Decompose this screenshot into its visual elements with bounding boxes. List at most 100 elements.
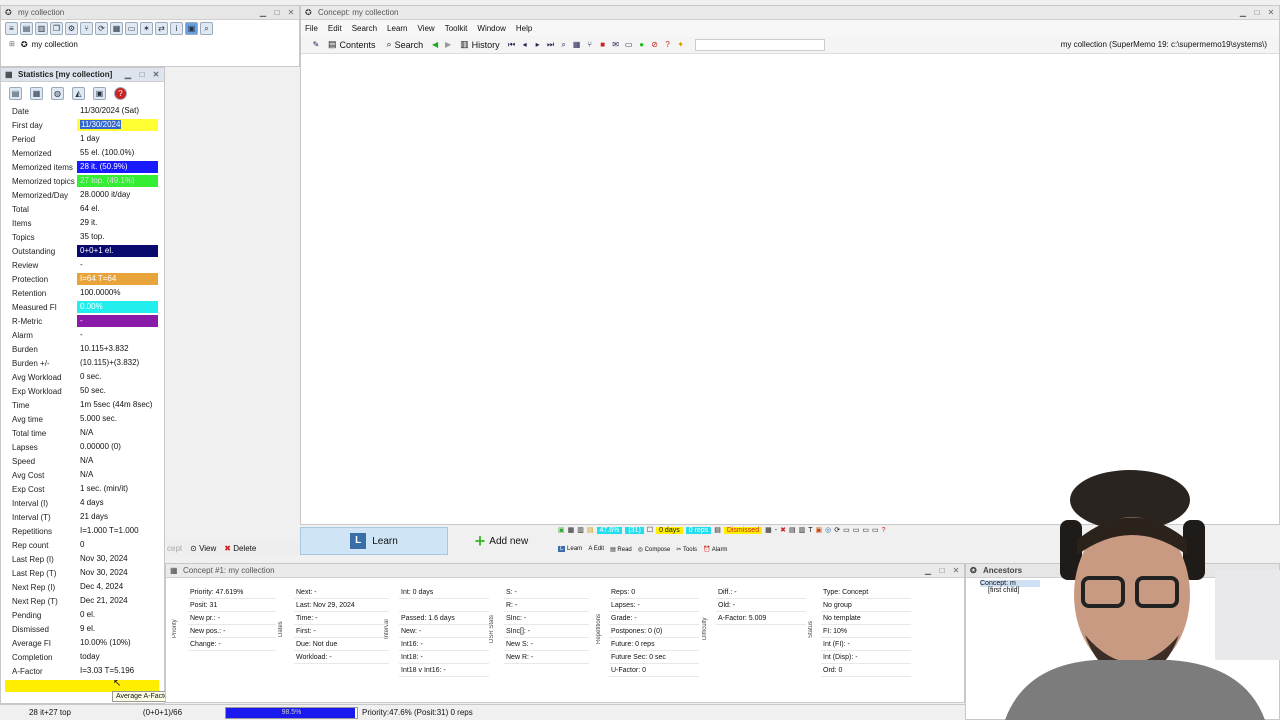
- concept-maximize-button[interactable]: □: [1251, 7, 1263, 18]
- window-icon[interactable]: ▭: [125, 22, 138, 35]
- stat-value[interactable]: 21 days: [77, 511, 158, 523]
- menu-item[interactable]: File: [305, 24, 318, 33]
- stat-value[interactable]: 0 el.: [77, 609, 158, 621]
- element-maximize-button[interactable]: □: [936, 565, 948, 576]
- stat-value[interactable]: Dec 21, 2024: [77, 595, 158, 607]
- priority-field[interactable]: Priority: 47.619%: [188, 586, 276, 599]
- stat-value[interactable]: 1 day: [77, 133, 158, 145]
- info-icon[interactable]: i: [170, 22, 183, 35]
- status-field[interactable]: Int (FI): -: [821, 638, 911, 651]
- back-icon[interactable]: ◀: [430, 40, 440, 50]
- dsr-field[interactable]: SInc: -: [504, 612, 589, 625]
- stat-value[interactable]: 4 days: [77, 497, 158, 509]
- dsr-field[interactable]: R: -: [504, 599, 589, 612]
- edit-icon[interactable]: ✎: [311, 40, 321, 50]
- stat-value[interactable]: today: [77, 651, 158, 663]
- menu-item[interactable]: Edit: [328, 24, 342, 33]
- stat-value[interactable]: N/A: [77, 427, 158, 439]
- stat-value[interactable]: I=1.000 T=1.000: [77, 525, 158, 537]
- dates-field[interactable]: Last: Nov 29, 2024: [294, 599, 389, 612]
- stat-value[interactable]: 50 sec.: [77, 385, 158, 397]
- search-icon[interactable]: ⌕: [200, 22, 213, 35]
- dates-field[interactable]: Time: -: [294, 612, 389, 625]
- concept-minimize-button[interactable]: ▁: [1237, 7, 1249, 18]
- stat-value[interactable]: 9 el.: [77, 623, 158, 635]
- difficulty-field[interactable]: Old: -: [716, 599, 806, 612]
- stat-value[interactable]: I=64 T=64: [77, 273, 158, 285]
- contents-button[interactable]: ▤ Contents: [324, 39, 380, 50]
- interval-field[interactable]: Int16: -: [399, 638, 489, 651]
- history-button[interactable]: ▥ History: [456, 39, 504, 50]
- mini-edit-button[interactable]: A Edit: [588, 546, 604, 552]
- stat-value[interactable]: N/A: [77, 469, 158, 481]
- status-field[interactable]: FI: 10%: [821, 625, 911, 638]
- stat-value[interactable]: 27 top. (49.1%): [77, 175, 158, 187]
- menu-item[interactable]: View: [418, 24, 435, 33]
- zoom-icon[interactable]: ⌕: [559, 40, 569, 50]
- mini-tools-button[interactable]: ✂ Tools: [676, 546, 697, 553]
- tool-o-icon[interactable]: ▭: [853, 526, 860, 534]
- export-icon[interactable]: ▣: [93, 86, 106, 100]
- tool-j-icon[interactable]: ▥: [799, 526, 806, 534]
- stat-value[interactable]: 11/30/2024: [77, 119, 158, 131]
- stat-value[interactable]: 0.00%: [77, 301, 158, 313]
- help-red-icon[interactable]: ?: [882, 527, 886, 534]
- stat-value[interactable]: -: [77, 259, 158, 271]
- tool-m-icon[interactable]: ⟳: [834, 526, 840, 534]
- tool-e-icon[interactable]: ☐: [647, 526, 653, 534]
- status-field[interactable]: Type: Concept: [821, 586, 911, 599]
- tool-p-icon[interactable]: ▭: [862, 526, 869, 534]
- repetitions-field[interactable]: Future Sec: 0 sec: [609, 651, 699, 664]
- difficulty-field[interactable]: Diff.: -: [716, 586, 806, 599]
- stat-value[interactable]: 5.000 sec.: [77, 413, 158, 425]
- list-icon[interactable]: ≡: [5, 22, 18, 35]
- pin-icon[interactable]: ✦: [676, 40, 686, 50]
- stat-value[interactable]: Dec 4, 2024: [77, 581, 158, 593]
- status-field[interactable]: No template: [821, 612, 911, 625]
- tree-root[interactable]: ⊞ ✪ my collection: [1, 37, 299, 51]
- interval-field[interactable]: Passed: 1.6 days: [399, 612, 489, 625]
- tool-c-icon[interactable]: ▥: [577, 526, 584, 534]
- tool-h-icon[interactable]: -: [775, 527, 777, 534]
- star-icon[interactable]: ✶: [140, 22, 153, 35]
- interval-field[interactable]: New: -: [399, 625, 489, 638]
- close-red-icon[interactable]: ✖: [780, 526, 786, 534]
- menu-item[interactable]: Search: [352, 24, 377, 33]
- tool-d-icon[interactable]: ▤: [587, 526, 594, 534]
- branch-icon[interactable]: ⑂: [80, 22, 93, 35]
- dates-field[interactable]: First: -: [294, 625, 389, 638]
- mini-read-button[interactable]: ▤ Read: [610, 546, 632, 553]
- interval-field[interactable]: Int18: -: [399, 651, 489, 664]
- repetitions-field[interactable]: U-Factor: 0: [609, 664, 699, 677]
- red-box-icon[interactable]: ■: [598, 40, 608, 50]
- next-icon[interactable]: ▸: [533, 40, 543, 50]
- refresh-icon[interactable]: ⟳: [95, 22, 108, 35]
- stat-value[interactable]: 100.0000%: [77, 287, 158, 299]
- dsr-field[interactable]: SInc[]: -: [504, 625, 589, 638]
- green-circle-icon[interactable]: ●: [637, 40, 647, 50]
- stat-value[interactable]: 64 el.: [77, 203, 158, 215]
- stat-value[interactable]: I=3.03 T=5.196: [77, 665, 158, 677]
- browse-icon[interactable]: ▤: [20, 22, 33, 35]
- stat-value[interactable]: 10.00% (10%): [77, 637, 158, 649]
- tool-i-icon[interactable]: ▤: [789, 526, 796, 534]
- mini-compose-button[interactable]: ◎ Compose: [638, 546, 671, 553]
- stat-value[interactable]: N/A: [77, 455, 158, 467]
- calendar-icon[interactable]: ▦: [30, 86, 43, 100]
- tree-icon[interactable]: ⑂: [585, 40, 595, 50]
- concept-close-button[interactable]: ✕: [1265, 7, 1277, 18]
- window-small-icon[interactable]: ▭: [624, 40, 634, 50]
- repetitions-field[interactable]: Future: 0 reps: [609, 638, 699, 651]
- text-icon[interactable]: T: [808, 527, 812, 534]
- stat-value[interactable]: -: [77, 315, 158, 327]
- repetitions-field[interactable]: Reps: 0: [609, 586, 699, 599]
- document-icon[interactable]: ▥: [35, 22, 48, 35]
- search-button[interactable]: ⌕ Search: [383, 39, 428, 50]
- status-field[interactable]: No group: [821, 599, 911, 612]
- tool-f-icon[interactable]: ▤: [714, 526, 721, 534]
- stat-value[interactable]: 0 sec.: [77, 371, 158, 383]
- priority-field[interactable]: Posit: 31: [188, 599, 276, 612]
- repetitions-field[interactable]: Postpones: 0 (0): [609, 625, 699, 638]
- stats-maximize-button[interactable]: □: [136, 69, 148, 80]
- expand-icon[interactable]: ⊞: [9, 40, 15, 48]
